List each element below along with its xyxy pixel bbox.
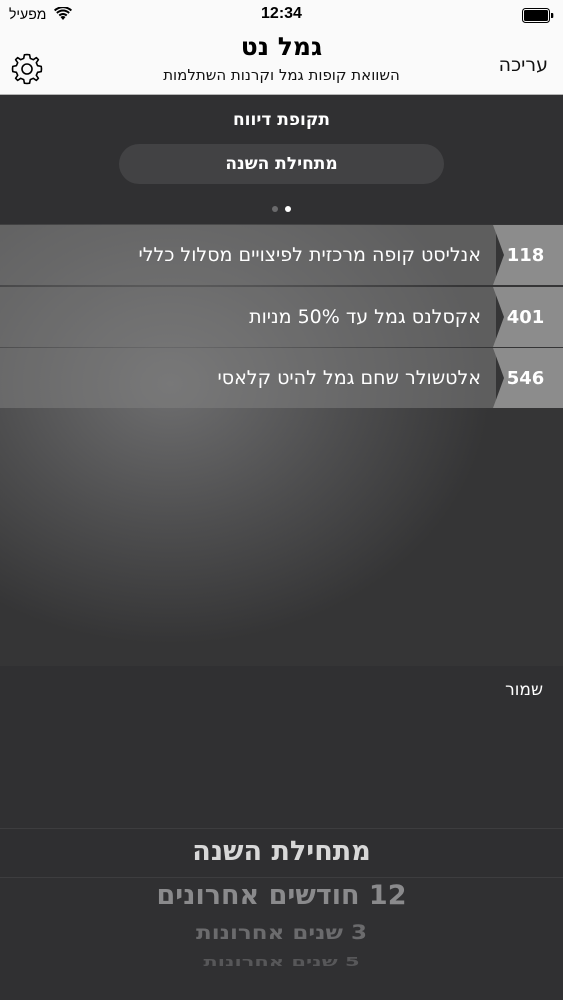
fund-name: אקסלנס גמל עד 50% מניות	[249, 305, 481, 328]
fund-name: אנליסט קופה מרכזית לפיצויים מסלול כללי	[138, 243, 481, 266]
status-time: 12:34	[261, 5, 302, 22]
report-period-label: תקופת דיווח	[232, 110, 331, 130]
picker-option[interactable]: 12 חודשים אחרונים	[0, 880, 563, 911]
edit-button[interactable]: עריכה	[499, 54, 548, 76]
picker-option[interactable]: 5 שנים אחרונות	[0, 955, 563, 969]
fund-rank: 118	[506, 244, 545, 266]
fund-name: אלטשולר שחם גמל להיט קלאסי	[217, 366, 482, 389]
fund-rank: 546	[506, 367, 545, 389]
period-picker[interactable]: מתחילת השנה 12 חודשים אחרונים 3 שנים אחר…	[0, 828, 563, 1000]
status-bar: מפעיל 12:34	[0, 0, 563, 32]
picker-option-selected[interactable]: מתחילת השנה	[0, 836, 563, 867]
report-period-button[interactable]: מתחילת השנה	[119, 144, 444, 184]
page-indicator-dot-active[interactable]	[285, 206, 291, 212]
fund-rank: 401	[506, 306, 545, 328]
fund-row[interactable]: 546 אלטשולר שחם גמל להיט קלאסי	[0, 348, 563, 408]
app-title: גמל נט	[240, 32, 323, 61]
report-period-panel: תקופת דיווח מתחילת השנה	[0, 96, 563, 224]
app-subtitle: השוואת קופות גמל וקרנות השתלמות	[163, 66, 400, 84]
picker-option[interactable]: 3 שנים אחרונות	[0, 922, 563, 944]
period-picker-sheet: שמור מתחילת השנה 12 חודשים אחרונים 3 שני…	[0, 666, 563, 1000]
page-indicator-dot[interactable]	[272, 206, 278, 212]
fund-row[interactable]: 401 אקסלנס גמל עד 50% מניות	[0, 287, 563, 347]
fund-row[interactable]: 118 אנליסט קופה מרכזית לפיצויים מסלול כל…	[0, 225, 563, 285]
save-button[interactable]: שמור	[505, 680, 543, 700]
battery-icon	[522, 8, 554, 23]
nav-bar: גמל נט השוואת קופות גמל וקרנות השתלמות ע…	[0, 32, 563, 95]
